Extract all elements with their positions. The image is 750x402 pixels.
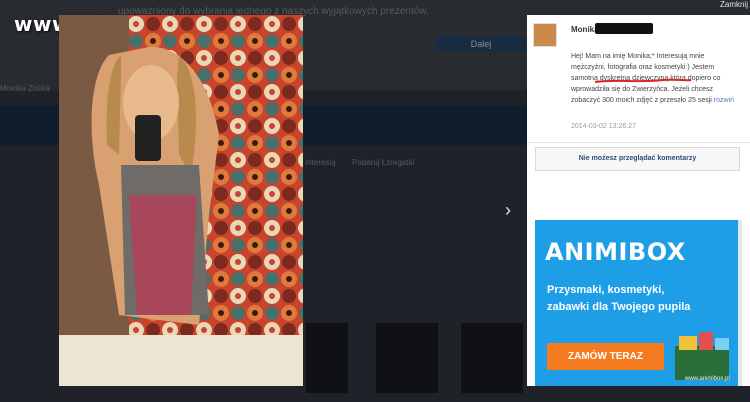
gallery-photo[interactable] [59,15,303,386]
panel-divider [527,142,750,143]
ad-brand-logo: ANIMIBOX [545,238,686,266]
ad-footer[interactable]: www.animibox.pl [685,376,730,382]
photo-image [59,15,303,386]
ad-order-button[interactable]: ZAMÓW TERAZ [547,343,664,370]
close-button[interactable]: Zamknij [708,0,748,12]
ad-text: Przysmaki, kosmetyki, zabawki dla Twojeg… [547,282,732,316]
ad-line-2: zabawki dla Twojego pupila [547,301,691,313]
ad-scrollbar[interactable] [738,220,742,386]
redaction-box [595,23,653,34]
comment-date: 2014-03-02 13:26:27 [571,123,636,130]
expand-link[interactable]: rozwiń [714,97,734,104]
next-arrow-icon[interactable]: › [505,200,511,221]
ad-line-1: Przysmaki, kosmetyki, [547,284,665,296]
avatar[interactable] [533,23,557,47]
comment-panel: Monika Hej! Mam na imię Monika;* Interes… [527,15,750,386]
animibox-ad[interactable]: ANIMIBOX Przysmaki, kosmetyki, zabawki d… [535,220,738,386]
red-underline-annotation [594,78,692,83]
no-comments-notice: Nie możesz przeglądać komentarzy [535,147,740,171]
